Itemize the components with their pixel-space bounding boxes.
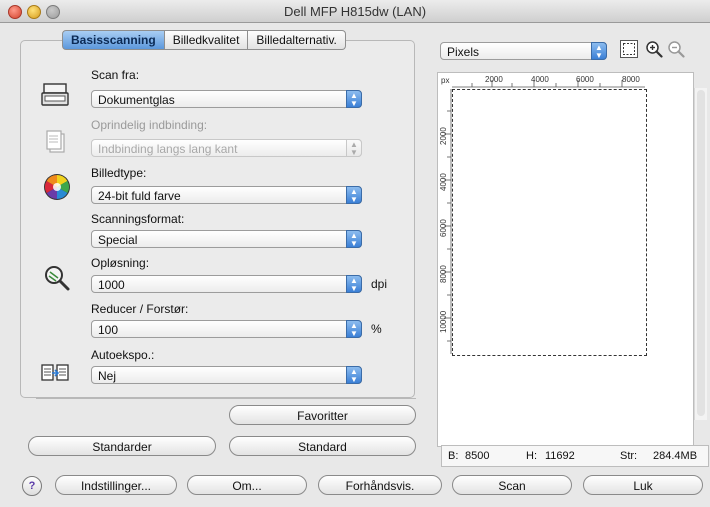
image-type-label: Billedtype:: [91, 166, 147, 180]
ruler-left-label: 4000: [439, 173, 448, 191]
units-value: Pixels: [447, 45, 480, 59]
tab-billedkvalitet[interactable]: Billedkvalitet: [164, 30, 249, 50]
defaults-button[interactable]: Standarder: [28, 436, 216, 456]
flatbed-scanner-icon: [41, 83, 69, 106]
scan-from-select[interactable]: Dokumentglas ▲ ▼: [91, 90, 362, 108]
scale-unit: %: [371, 322, 382, 336]
ruler-left: 2000 4000 6000 8000 10000: [439, 89, 452, 354]
scan-from-value: Dokumentglas: [98, 93, 175, 107]
resolution-label: Opløsning:: [91, 256, 150, 270]
resolution-unit: dpi: [371, 277, 388, 291]
width-value: 8500: [465, 450, 490, 462]
tab-label: Billedkvalitet: [172, 33, 240, 47]
auto-exposure-value: Nej: [98, 369, 117, 383]
scale-select[interactable]: 100 ▲ ▼: [91, 320, 362, 338]
select-arrows-icon: ▲ ▼: [346, 186, 362, 204]
scan-from-label: Scan fra:: [91, 68, 140, 82]
resolution-value: 1000: [98, 278, 125, 292]
ruler-left-label: 8000: [439, 265, 448, 283]
width-label: B:: [448, 450, 459, 462]
ruler-top: 2000 4000 6000 8000: [452, 75, 645, 88]
tab-label: Billedalternativ.: [256, 33, 337, 47]
height-label: H:: [526, 450, 537, 462]
zoom-in-icon[interactable]: [645, 40, 663, 58]
divider: [36, 398, 416, 399]
select-arrows-icon: ▲ ▼: [346, 139, 362, 157]
binding-icon: [46, 130, 65, 153]
select-arrows-icon: ▲ ▼: [346, 275, 362, 293]
select-arrows-icon: ▲ ▼: [346, 90, 362, 108]
ruler-unit: px: [441, 76, 450, 85]
scan-button[interactable]: Scan: [452, 475, 572, 495]
ruler-top-label: 8000: [622, 75, 640, 84]
resolution-select[interactable]: 1000 ▲ ▼: [91, 275, 362, 293]
auto-exposure-select[interactable]: Nej ▲ ▼: [91, 366, 362, 384]
scan-region[interactable]: [452, 89, 647, 356]
vertical-scrollbar[interactable]: [694, 88, 707, 420]
size-label: Str:: [620, 450, 638, 462]
image-type-select[interactable]: 24-bit fuld farve ▲ ▼: [91, 186, 362, 204]
tab-label: Basisscanning: [71, 33, 156, 47]
standard-button[interactable]: Standard: [229, 436, 416, 456]
help-label: ?: [28, 480, 36, 492]
select-arrows-icon: ▲ ▼: [346, 230, 362, 248]
auto-exposure-label: Autoekspo.:: [91, 348, 155, 362]
ruler-left-label: 10000: [439, 310, 448, 333]
scan-format-label: Scanningsformat:: [91, 212, 185, 226]
scale-value: 100: [98, 323, 119, 337]
binding-label: Oprindelig indbinding:: [91, 118, 208, 132]
units-select[interactable]: Pixels ▲ ▼: [440, 42, 607, 60]
binding-select[interactable]: Indbinding langs lang kant ▲ ▼: [91, 139, 362, 157]
ruler-left-label: 6000: [439, 219, 448, 237]
tab-billedalternativ[interactable]: Billedalternativ.: [248, 30, 346, 50]
select-arrows-icon: ▲ ▼: [591, 42, 607, 60]
scroll-thumb[interactable]: [697, 90, 705, 416]
scanner-window: Dell MFP H815dw (LAN) Basisscanning Bill…: [0, 0, 710, 507]
size-value: 284.4MB: [653, 450, 698, 462]
color-wheel-icon: [44, 174, 70, 200]
scale-label: Reducer / Forstør:: [91, 302, 189, 316]
settings-button[interactable]: Indstillinger...: [55, 475, 177, 495]
scan-format-select[interactable]: Special ▲ ▼: [91, 230, 362, 248]
select-arrows-icon: ▲ ▼: [346, 320, 362, 338]
height-value: 11692: [545, 450, 575, 462]
select-frame-icon[interactable]: [620, 40, 638, 58]
tab-basisscanning[interactable]: Basisscanning: [62, 30, 165, 50]
auto-exposure-icon: [41, 364, 69, 381]
binding-value: Indbinding langs lang kant: [98, 142, 238, 156]
window-title: Dell MFP H815dw (LAN): [283, 4, 427, 19]
favorites-button[interactable]: Favoritter: [229, 405, 416, 425]
preview-button[interactable]: Forhåndsvis.: [318, 475, 442, 495]
ruler-top-label: 6000: [576, 75, 594, 84]
resolution-magnifier-icon: [45, 266, 70, 291]
about-button[interactable]: Om...: [187, 475, 307, 495]
image-type-value: 24-bit fuld farve: [98, 189, 181, 203]
ruler-top-label: 4000: [531, 75, 549, 84]
status-bar: B: 8500 H: 11692 Str: 284.4MB: [441, 445, 709, 467]
tab-bar: Basisscanning Billedkvalitet Billedalter…: [62, 30, 346, 50]
ruler-left-label: 2000: [439, 127, 448, 145]
select-arrows-icon: ▲ ▼: [346, 366, 362, 384]
help-button[interactable]: ?: [22, 476, 42, 496]
zoom-out-icon[interactable]: [667, 40, 685, 58]
close-button[interactable]: Luk: [583, 475, 703, 495]
title-bar: Dell MFP H815dw (LAN): [0, 0, 710, 23]
ruler-top-label: 2000: [485, 75, 503, 84]
scan-format-value: Special: [98, 233, 138, 247]
